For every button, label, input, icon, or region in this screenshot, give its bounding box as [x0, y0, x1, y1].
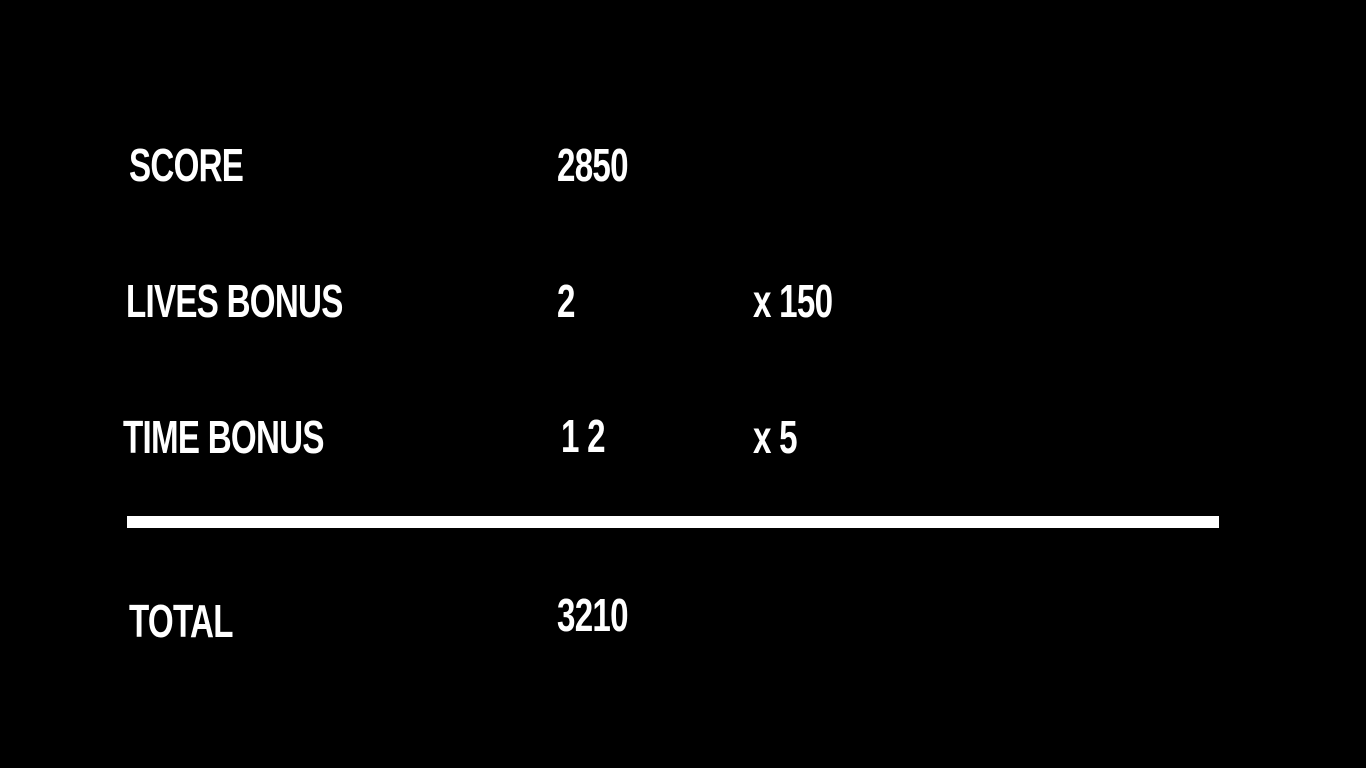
lives-bonus-multiplier: x 150 — [753, 275, 833, 327]
time-bonus-count: 1 2 — [561, 410, 606, 462]
lives-bonus-count: 2 — [557, 275, 575, 327]
total-value: 3210 — [557, 589, 629, 641]
lives-bonus-label: LIVES BONUS — [126, 275, 343, 327]
time-bonus-multiplier: x 5 — [753, 411, 798, 463]
time-bonus-label: TIME BONUS — [123, 411, 324, 463]
score-value: 2850 — [557, 139, 629, 191]
score-summary-screen: SCORE 2850 LIVES BONUS 2 x 150 TIME BONU… — [0, 0, 1366, 768]
total-label: TOTAL — [129, 595, 233, 647]
score-label: SCORE — [129, 139, 244, 191]
total-divider-line — [127, 516, 1219, 528]
